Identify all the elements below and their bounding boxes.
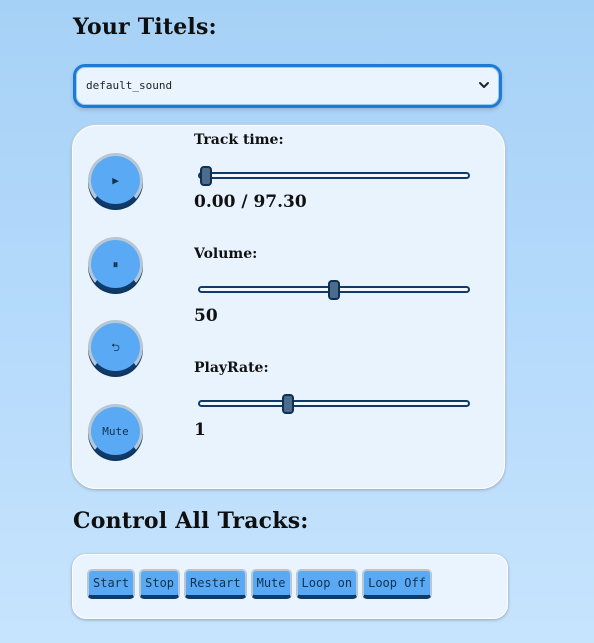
slider-track — [198, 172, 470, 179]
control-all-card: Start Stop Restart Mute Loop on Loop Off — [72, 554, 508, 619]
control-all-heading: Control All Tracks: — [73, 508, 309, 534]
restart-button[interactable]: ⮌ — [88, 320, 143, 375]
restart-all-button[interactable]: Restart — [184, 569, 247, 599]
stop-all-button[interactable]: Stop — [139, 569, 181, 599]
sound-select-value: default_sound — [86, 79, 173, 92]
volume-slider[interactable] — [198, 280, 470, 302]
slider-track — [198, 400, 470, 407]
pause-button[interactable]: ⏸ — [88, 237, 143, 292]
pause-icon: ⏸ — [112, 257, 119, 271]
slider-thumb[interactable] — [200, 166, 212, 186]
play-icon: ▶ — [112, 173, 119, 187]
start-all-button[interactable]: Start — [87, 569, 136, 599]
loop-off-button[interactable]: Loop Off — [362, 569, 432, 599]
playrate-value: 1 — [194, 420, 206, 440]
volume-value: 50 — [194, 306, 218, 326]
slider-thumb[interactable] — [328, 280, 340, 300]
track-time-label: Track time: — [194, 132, 284, 148]
chevron-down-icon — [479, 82, 489, 88]
loop-on-button[interactable]: Loop on — [295, 569, 359, 599]
track-time-slider[interactable] — [198, 166, 470, 188]
player-card: ▶ ⏸ ⮌ Mute Track time: 0.00 / 97.30 Volu… — [72, 125, 505, 489]
sound-select[interactable]: default_sound — [73, 64, 502, 108]
slider-thumb[interactable] — [281, 394, 294, 414]
play-button[interactable]: ▶ — [88, 153, 143, 208]
mute-button-label: Mute — [102, 424, 129, 438]
track-time-value: 0.00 / 97.30 — [194, 192, 307, 212]
control-all-button-row: Start Stop Restart Mute Loop on Loop Off — [87, 569, 432, 599]
mute-all-button[interactable]: Mute — [250, 569, 292, 599]
volume-label: Volume: — [194, 246, 258, 262]
playrate-label: PlayRate: — [194, 360, 269, 376]
mute-button[interactable]: Mute — [88, 404, 143, 459]
playrate-slider[interactable] — [198, 394, 470, 416]
undo-icon: ⮌ — [111, 340, 120, 354]
titles-heading: Your Titels: — [73, 14, 217, 40]
